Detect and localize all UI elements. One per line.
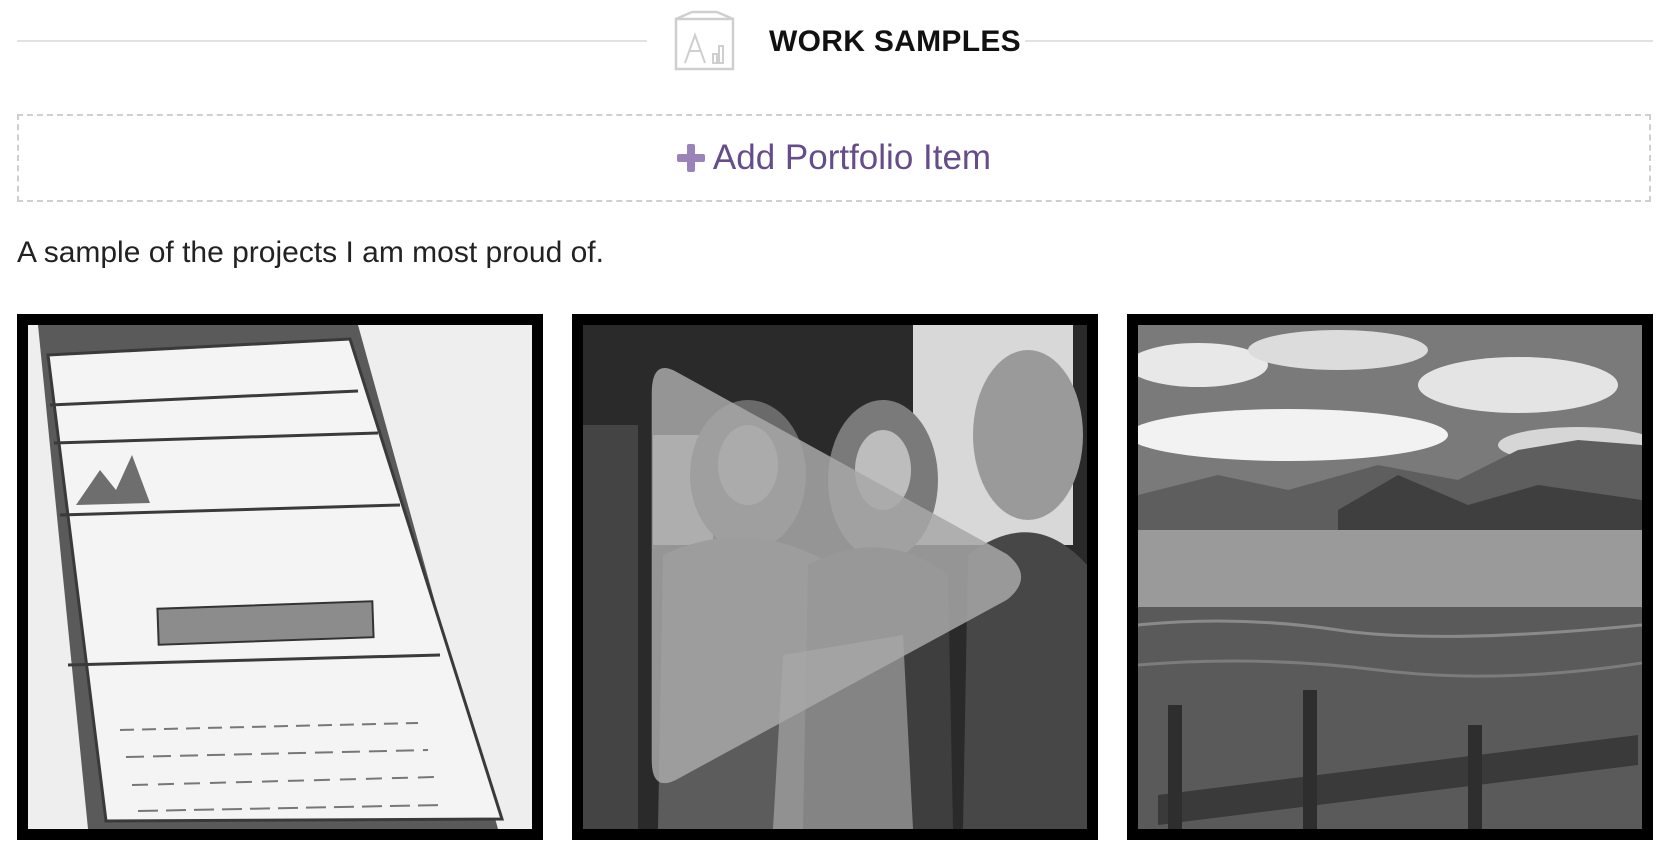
add-portfolio-item-label: Add Portfolio Item [712, 138, 992, 177]
header-rule-left [17, 40, 647, 42]
portfolio-description: A sample of the projects I am most proud… [17, 236, 604, 269]
easel-chart-icon [673, 10, 739, 74]
portfolio-thumbnail-2[interactable] [572, 314, 1098, 840]
section-header: WORK SAMPLES [17, 10, 1653, 71]
portfolio-thumbnail-3[interactable] [1127, 314, 1653, 840]
mountain-lake-image [1138, 325, 1642, 829]
header-rule-right [1025, 40, 1653, 42]
add-portfolio-item-button[interactable]: Add Portfolio Item [17, 114, 1651, 202]
section-title: WORK SAMPLES [769, 25, 1021, 58]
plus-icon [676, 144, 705, 172]
portfolio-thumbnail-1[interactable] [17, 314, 543, 840]
play-icon[interactable] [583, 325, 1087, 829]
wireframe-sketch-image [28, 325, 532, 829]
